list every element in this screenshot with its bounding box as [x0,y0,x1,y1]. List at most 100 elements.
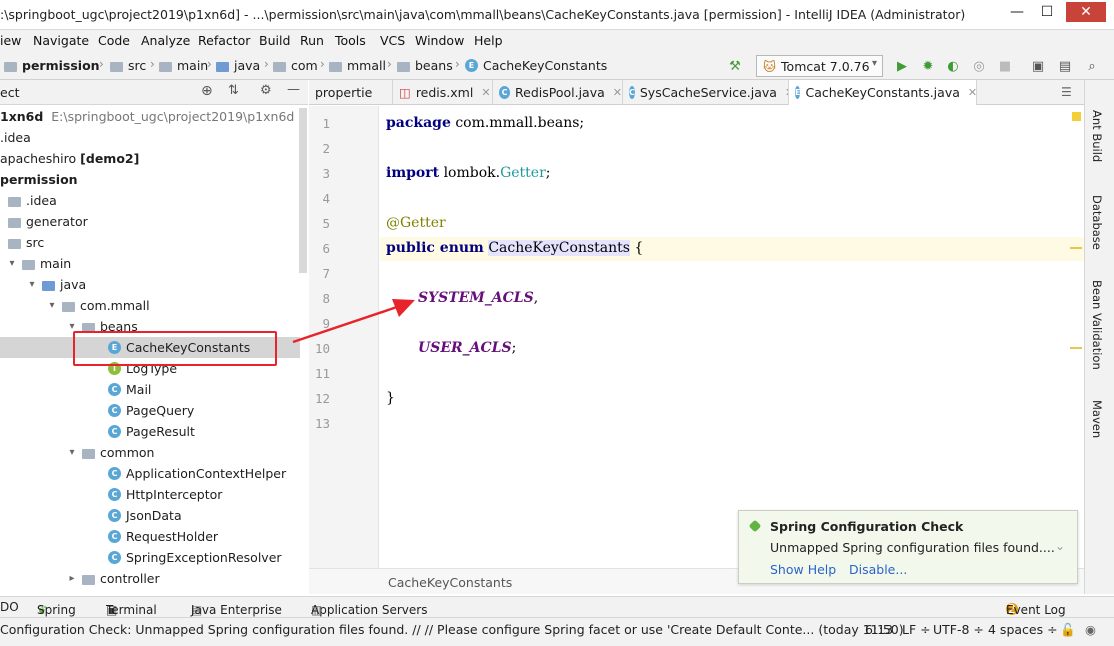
line-number: 6 [322,241,330,256]
chevron-right-icon[interactable]: ▸ [66,573,78,584]
chevron-down-icon[interactable]: ⌄ [1055,539,1065,553]
tree-item-java[interactable]: ▾ java [26,274,308,295]
tree-item-requestholder[interactable]: C RequestHolder [108,526,308,547]
tree-item-com-mmall[interactable]: ▾ com.mmall [46,295,308,316]
ant-build-tab[interactable]: Ant Build [1090,110,1104,162]
gear-icon[interactable]: ⚙ [260,83,272,98]
chevron-right-icon: › [264,57,269,71]
run-configuration-select[interactable]: 🐱 Tomcat 7.0.76 ▾ [756,55,883,77]
more-tabs-icon[interactable]: ☰ [1061,85,1072,99]
line-separator[interactable]: LF ÷ [902,622,931,637]
todo-tab[interactable]: DO [0,600,19,614]
disable-link[interactable]: Disable... [849,562,907,577]
tab-syscacheservice[interactable]: CSysCacheService.java✕ [623,80,789,105]
menu-code[interactable]: Code [98,33,130,48]
line-number: 5 [322,216,330,231]
caret-position[interactable]: 6:13 [865,622,893,637]
tree-item-controller[interactable]: ▸ controller [66,568,308,589]
bean-validation-tab[interactable]: Bean Validation [1090,280,1104,370]
project-view-label[interactable]: ect [0,85,19,100]
tree-item-pagequery[interactable]: C PageQuery [108,400,308,421]
tree-item-src[interactable]: src [8,232,308,253]
coverage-icon[interactable]: ◐ [946,59,960,74]
tree-item-common[interactable]: ▾ common [66,442,308,463]
tab-redis-xml[interactable]: ◫ redis.xml ✕ [393,80,493,105]
hammer-icon[interactable]: ⚒ [728,59,742,74]
menu-navigate[interactable]: Navigate [33,33,89,48]
project-structure-icon[interactable]: ▣ [1031,59,1045,74]
close-icon[interactable]: ✕ [481,86,490,99]
error-stripe-marker[interactable] [1070,347,1082,349]
line-number: 2 [322,141,330,156]
minimize-button[interactable]: — [1004,2,1030,22]
chevron-down-icon[interactable]: ▾ [66,447,78,458]
status-message[interactable]: Configuration Check: Unmapped Spring con… [0,622,904,637]
class-icon: C [108,467,121,480]
chevron-down-icon: ▾ [871,58,877,69]
tree-root[interactable]: 1xn6d E:\springboot_ugc\project2019\p1xn… [0,106,300,127]
folder-icon [8,217,21,228]
editor-breadcrumb-item[interactable]: CacheKeyConstants [388,575,512,590]
close-icon[interactable]: ✕ [968,86,976,99]
tree-item-mail[interactable]: C Mail [108,379,308,400]
file-encoding[interactable]: UTF-8 ÷ [933,622,984,637]
menu-run[interactable]: Run [300,33,324,48]
run-icon[interactable]: ▶ [895,59,909,74]
tab-cachekeyconstants[interactable]: E CacheKeyConstants.java ✕ [789,80,977,105]
crumb-com[interactable]: com [273,58,318,73]
analysis-status-icon[interactable] [1072,112,1081,121]
menu-view[interactable]: iew [0,33,21,48]
close-button[interactable]: ✕ [1066,2,1106,22]
chevron-down-icon[interactable]: ▾ [26,279,38,290]
crumb-java[interactable]: java [216,58,260,73]
enum-icon: E [465,59,478,72]
debug-icon[interactable]: ✹ [921,59,935,74]
tree-item-apacheshiro[interactable]: apacheshiro [demo2] [0,148,300,169]
tree-item-permission-idea[interactable]: .idea [8,190,308,211]
tree-item-main[interactable]: ▾ main [6,253,306,274]
menu-help[interactable]: Help [474,33,503,48]
menu-window[interactable]: Window [415,33,464,48]
menu-refactor[interactable]: Refactor [198,33,250,48]
crumb-cachekeyconstants[interactable]: E CacheKeyConstants [465,58,607,73]
chevron-down-icon[interactable]: ▾ [46,300,58,311]
code-line-3: import lombok.Getter; [386,165,551,181]
tree-item-httpinterceptor[interactable]: C HttpInterceptor [108,484,308,505]
tree-item-generator[interactable]: generator [8,211,308,232]
tree-item-pageresult[interactable]: C PageResult [108,421,308,442]
profile-icon[interactable]: ◎ [972,59,986,74]
tree-item-permission[interactable]: permission [0,169,300,190]
inspector-icon[interactable]: ◉ [1085,622,1096,637]
tab-properties[interactable]: propertie [309,80,393,105]
close-icon[interactable]: ✕ [613,86,622,99]
search-icon[interactable]: ⌕ [1085,59,1099,74]
lock-icon[interactable]: 🔓 [1060,622,1076,638]
menu-build[interactable]: Build [259,33,290,48]
sdk-icon[interactable]: ▤ [1058,59,1072,74]
tree-item-jsondata[interactable]: C JsonData [108,505,308,526]
hide-icon[interactable]: — [287,82,300,97]
maven-tab[interactable]: Maven [1090,400,1104,438]
menu-analyze[interactable]: Analyze [141,33,190,48]
crumb-permission[interactable]: permission [4,58,100,73]
collapse-all-icon[interactable]: ⇅ [228,83,239,98]
crumb-beans[interactable]: beans [397,58,453,73]
show-help-link[interactable]: Show Help [770,562,836,577]
crumb-src[interactable]: src [110,58,146,73]
tree-item-springexceptionresolver[interactable]: C SpringExceptionResolver [108,547,308,568]
tab-redispool[interactable]: C RedisPool.java ✕ [493,80,623,105]
locate-icon[interactable]: ⊕ [201,83,213,99]
class-icon: C [108,488,121,501]
tree-item-applicationcontexthelper[interactable]: C ApplicationContextHelper [108,463,308,484]
chevron-down-icon[interactable]: ▾ [6,258,18,269]
menu-tools[interactable]: Tools [335,33,366,48]
tree-item-idea[interactable]: .idea [0,127,300,148]
menu-vcs[interactable]: VCS [380,33,405,48]
database-tab[interactable]: Database [1090,195,1104,250]
crumb-mmall[interactable]: mmall [329,58,386,73]
stop-icon[interactable]: ■ [998,59,1012,74]
error-stripe-marker[interactable] [1070,247,1082,249]
crumb-main[interactable]: main [159,58,208,73]
maximize-button[interactable]: ☐ [1034,2,1060,22]
indent-setting[interactable]: 4 spaces ÷ [988,622,1058,637]
